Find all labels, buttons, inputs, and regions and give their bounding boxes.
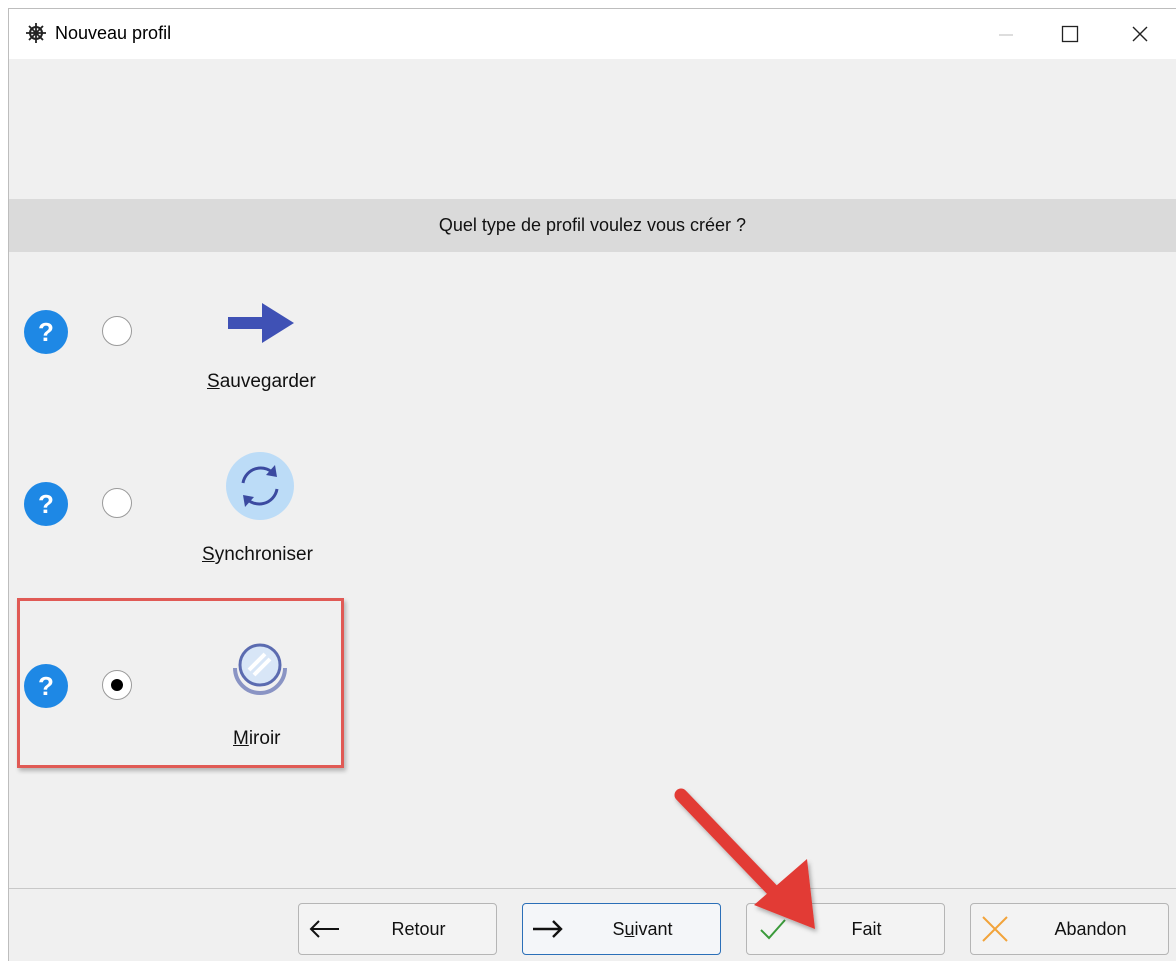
close-button[interactable]: [1110, 9, 1170, 59]
maximize-button[interactable]: [1040, 9, 1100, 59]
dialog-window: Nouveau profil Quel type de profil voule…: [8, 8, 1176, 961]
radio-sauvegarder[interactable]: [102, 316, 132, 346]
checkmark-icon: [760, 919, 786, 940]
footer-divider: [9, 888, 1176, 889]
cross-icon: [982, 916, 1008, 942]
cancel-button[interactable]: Abandon: [970, 903, 1169, 955]
label-synchroniser[interactable]: Synchroniser: [202, 544, 313, 566]
radio-synchroniser[interactable]: [102, 488, 132, 518]
option-sauvegarder: ? Sauvegarder: [9, 274, 429, 424]
help-icon[interactable]: ?: [23, 309, 69, 355]
maximize-icon: [1061, 25, 1079, 43]
question-text: Quel type de profil voulez vous créer ?: [438, 215, 747, 235]
done-button[interactable]: Fait: [746, 903, 945, 955]
title-bar: Nouveau profil: [9, 9, 1176, 59]
next-button-label: Su ivant: [612, 918, 673, 939]
window-title: Nouveau profil: [55, 23, 172, 43]
cancel-button-label: Abandon: [1054, 918, 1127, 939]
arrow-right-icon: [533, 920, 563, 938]
svg-text:?: ?: [38, 489, 54, 519]
option-synchroniser: ? Synchroniser: [9, 446, 429, 596]
back-button[interactable]: Retour: [298, 903, 497, 955]
minimize-icon: [999, 34, 1013, 36]
help-icon[interactable]: ?: [23, 481, 69, 527]
label-sauvegarder[interactable]: Sauvegarder: [207, 371, 316, 393]
arrow-left-icon: [309, 920, 339, 938]
svg-text:?: ?: [38, 317, 54, 347]
minimize-button[interactable]: [976, 9, 1036, 59]
sync-icon: [226, 452, 294, 520]
back-button-label: Retour: [391, 918, 446, 939]
close-icon: [1132, 26, 1148, 42]
app-logo-icon: [26, 23, 46, 43]
arrow-right-icon: [228, 303, 294, 343]
done-button-label: Fait: [851, 918, 882, 939]
next-button[interactable]: Su ivant: [522, 903, 721, 955]
question-header: Quel type de profil voulez vous créer ?: [9, 199, 1176, 252]
highlight-box: [17, 598, 344, 768]
